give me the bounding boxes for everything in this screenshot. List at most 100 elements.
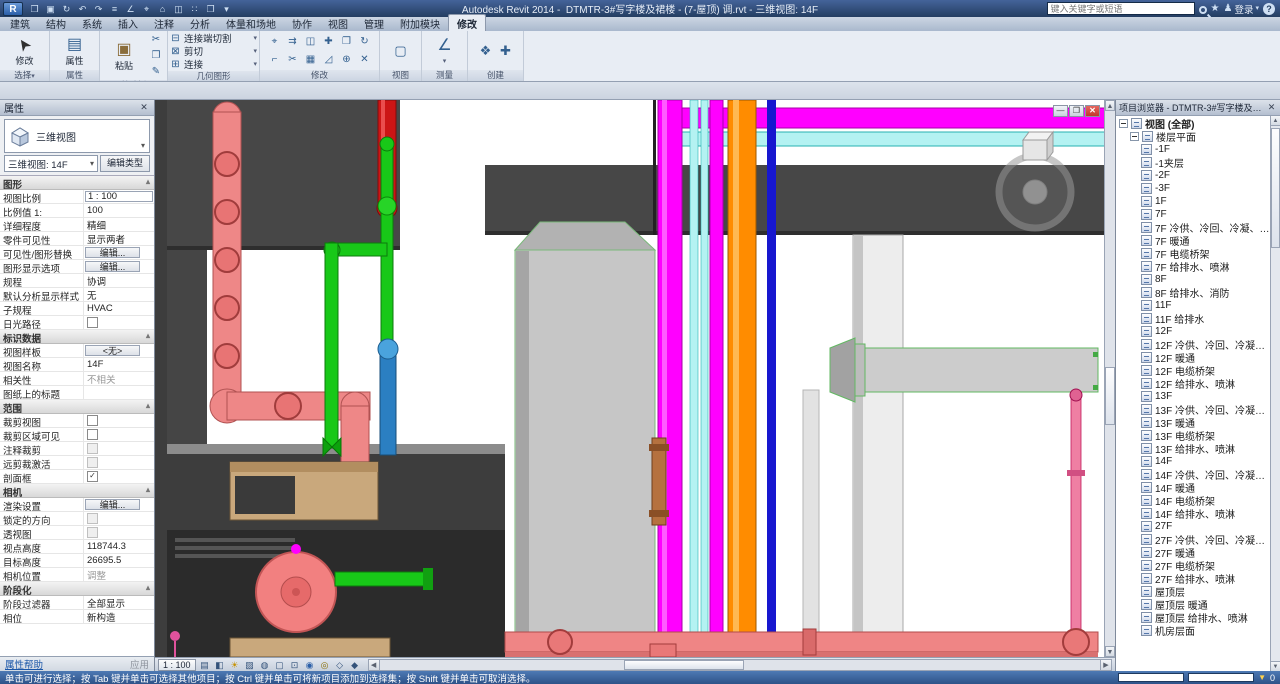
edit-type-button[interactable]: 编辑类型	[100, 155, 150, 172]
ribbon-tab[interactable]: 附加模块	[392, 15, 448, 31]
join-end-cut-button[interactable]: ⊟ 连接端切割	[168, 32, 259, 44]
delete-icon[interactable]: ✕	[356, 51, 373, 68]
scrollbar-thumb[interactable]	[1105, 367, 1115, 425]
tree-item[interactable]: 27F 给排水、喷淋	[1116, 572, 1270, 585]
close-icon[interactable]: ✕	[1085, 105, 1100, 117]
view-cube[interactable]	[1023, 132, 1053, 160]
property-row[interactable]: 相机	[0, 484, 154, 498]
steering-wheel[interactable]	[999, 156, 1071, 228]
property-row[interactable]: 标识数据	[0, 330, 154, 344]
property-row[interactable]: 详细程度 精细	[0, 218, 154, 232]
property-value[interactable]	[84, 386, 154, 399]
copy-element-icon[interactable]: ❐	[338, 33, 355, 50]
undo-icon[interactable]: ↶	[75, 2, 90, 16]
property-row[interactable]: 日光路径	[0, 316, 154, 330]
property-row[interactable]: 相位 新构造	[0, 610, 154, 624]
property-row[interactable]: 注释裁剪	[0, 442, 154, 456]
ribbon-tab[interactable]: 修改	[448, 14, 486, 31]
orange-riser[interactable]	[728, 100, 756, 657]
print-icon[interactable]: ≡	[107, 2, 122, 16]
qat-dropdown-icon[interactable]: ▾	[219, 2, 234, 16]
property-row[interactable]: 规程 协调	[0, 274, 154, 288]
sun-path-icon[interactable]: ☀	[228, 659, 242, 671]
ahu-duct[interactable]	[515, 222, 655, 657]
property-value[interactable]	[84, 316, 154, 329]
drawing-area[interactable]: — ❐ ✕ ▲ ▼	[155, 100, 1115, 657]
expand-icon[interactable]	[1130, 132, 1139, 141]
property-row[interactable]: 裁剪区域可见	[0, 428, 154, 442]
mirror-icon[interactable]: ◫	[302, 33, 319, 50]
copper-pipe[interactable]	[649, 438, 669, 525]
type-selector[interactable]: 三维视图 ▾	[4, 119, 150, 153]
property-row[interactable]: 视图样板 <无>	[0, 344, 154, 358]
scrollbar-track[interactable]	[380, 660, 1100, 670]
property-value[interactable]: <无>	[85, 345, 140, 356]
vertical-scrollbar[interactable]: ▲ ▼	[1104, 100, 1115, 657]
panel-label-measure[interactable]: 测量	[422, 70, 467, 81]
property-value[interactable]	[84, 512, 154, 525]
property-value[interactable]: HVAC	[84, 302, 154, 315]
property-value[interactable]: 118744.3	[84, 540, 154, 553]
app-menu-button[interactable]: R	[3, 2, 23, 16]
property-value[interactable]	[84, 414, 154, 427]
properties-button[interactable]: 属性	[54, 35, 96, 67]
panel-label-select[interactable]: 选择	[0, 70, 49, 81]
property-row[interactable]: 目标高度 26695.5	[0, 554, 154, 568]
panel-label-create[interactable]: 创建	[468, 70, 523, 81]
property-row[interactable]: 图形显示选项 编辑...	[0, 260, 154, 274]
move-icon[interactable]: ✚	[320, 33, 337, 50]
analysis-display-icon[interactable]: ◆	[348, 659, 362, 671]
sync-icon[interactable]: ↻	[59, 2, 74, 16]
property-value[interactable]: 26695.5	[84, 554, 154, 567]
exchange-star-icon[interactable]: ★	[1211, 2, 1220, 15]
cut-icon[interactable]: ✂	[148, 32, 164, 47]
temporary-hide-isolate-icon[interactable]: ◉	[303, 659, 317, 671]
property-row[interactable]: 视图比例 1 : 100	[0, 190, 154, 204]
search-icon[interactable]	[1199, 6, 1207, 14]
scrollbar-thumb[interactable]	[1271, 128, 1280, 248]
tree-item[interactable]: -1夹层	[1116, 156, 1270, 169]
ribbon-tab[interactable]: 体量和场地	[218, 15, 284, 31]
property-value[interactable]: 14F	[84, 358, 154, 371]
property-value[interactable]: 精细	[84, 218, 154, 231]
redo-icon[interactable]: ↷	[91, 2, 106, 16]
instance-filter-combo[interactable]: 三维视图: 14F	[4, 155, 98, 172]
visual-style-icon[interactable]: ◧	[213, 659, 227, 671]
property-row[interactable]: 远剪裁激活	[0, 456, 154, 470]
modify-tool-button[interactable]: 修改	[4, 35, 46, 67]
property-row[interactable]: 视点高度 118744.3	[0, 540, 154, 554]
panel-label-view[interactable]: 视图	[380, 70, 421, 81]
tag-icon[interactable]: ⌖	[139, 2, 154, 16]
scroll-up-icon[interactable]: ▲	[1105, 100, 1115, 111]
property-row[interactable]: 相关性 不相关	[0, 372, 154, 386]
property-row[interactable]: 渲染设置 编辑...	[0, 498, 154, 512]
ribbon-tab[interactable]: 注释	[146, 15, 182, 31]
panel-label-geometry[interactable]: 几何图形	[168, 71, 259, 81]
property-value[interactable]	[84, 456, 154, 469]
property-value[interactable]: 显示两者	[84, 232, 154, 245]
property-value[interactable]: 不相关	[84, 372, 154, 385]
rotate-icon[interactable]: ↻	[356, 33, 373, 50]
reveal-hidden-elements-icon[interactable]: ◎	[318, 659, 332, 671]
join-button[interactable]: ⊞ 连接	[168, 58, 259, 70]
tree-item[interactable]: 14F 给排水、喷淋	[1116, 507, 1270, 520]
property-row[interactable]: 相机位置 调整	[0, 568, 154, 582]
selection-box-icon[interactable]: ▢	[393, 43, 409, 58]
crop-view-icon[interactable]: ▢	[273, 659, 287, 671]
property-row[interactable]: 视图名称 14F	[0, 358, 154, 372]
property-value[interactable]: 编辑...	[85, 499, 140, 510]
tree-item[interactable]: 楼层平面	[1116, 130, 1270, 143]
property-row[interactable]: 阶段化	[0, 582, 154, 596]
property-row[interactable]: 图形	[0, 176, 154, 190]
property-value[interactable]: 新构造	[84, 610, 154, 623]
ribbon-tab[interactable]: 系统	[74, 15, 110, 31]
tree-item[interactable]: -1F	[1116, 143, 1270, 156]
sign-in-button[interactable]: ♟ 登录 ▾	[1224, 2, 1260, 16]
blue-pipe[interactable]	[378, 339, 398, 455]
tree-item[interactable]: -2F	[1116, 169, 1270, 182]
property-value[interactable]	[84, 428, 154, 441]
properties-header[interactable]: 属性 ✕	[0, 100, 154, 116]
type-selector-dropdown-icon[interactable]: ▾	[141, 141, 146, 152]
scroll-up-icon[interactable]: ▲	[1271, 116, 1280, 126]
tree-item[interactable]: 12F 给排水、喷淋	[1116, 377, 1270, 390]
